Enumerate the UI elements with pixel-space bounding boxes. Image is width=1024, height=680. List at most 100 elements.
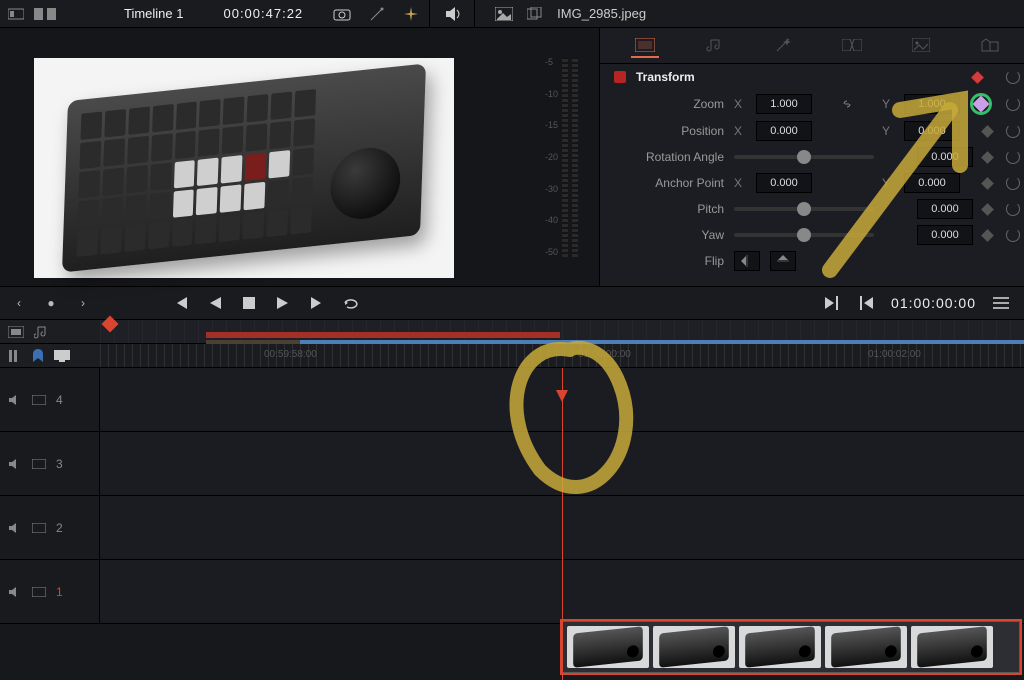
track-headers: 4 3 2 1 <box>0 368 100 680</box>
wand-icon[interactable] <box>369 6 385 22</box>
viewer-canvas[interactable] <box>34 58 454 278</box>
timeline-ruler[interactable]: 00:59:58:00 01:00:00:00 01:00:02:00 <box>100 344 1024 368</box>
tab-video[interactable] <box>631 34 659 58</box>
pitch-slider[interactable] <box>734 207 874 211</box>
position-x-input[interactable]: 0.000 <box>756 121 812 141</box>
flip-v-button[interactable] <box>770 251 796 271</box>
pitch-input[interactable]: 0.000 <box>917 199 973 219</box>
pitch-row: Pitch 0.000 <box>600 196 1024 222</box>
keyframe-icon[interactable] <box>981 177 994 190</box>
keyframe-icon[interactable] <box>971 71 984 84</box>
gallery-icon[interactable] <box>495 7 513 21</box>
transform-section-header[interactable]: Transform <box>600 64 1024 90</box>
mute-icon[interactable] <box>8 394 22 406</box>
track-lanes[interactable] <box>100 368 1024 680</box>
tab-file[interactable] <box>976 34 1004 58</box>
prev-clip-button[interactable] <box>857 294 875 312</box>
frame-icon[interactable] <box>32 459 46 469</box>
frame-icon[interactable] <box>32 395 46 405</box>
playhead[interactable] <box>562 368 563 680</box>
transport-bar: ‹ ● › 01:00:00:00 <box>0 286 1024 320</box>
video-track-toggle[interactable] <box>8 326 24 338</box>
section-title: Transform <box>636 70 695 84</box>
rotation-slider[interactable] <box>734 155 874 159</box>
tab-effects[interactable] <box>769 34 797 58</box>
stack-icon[interactable] <box>527 7 543 21</box>
media-pool-icon[interactable] <box>8 7 24 21</box>
reverse-play-button[interactable] <box>206 294 224 312</box>
tab-image[interactable] <box>907 34 935 58</box>
flip-h-button[interactable] <box>734 251 760 271</box>
track-header-4[interactable]: 4 <box>0 368 100 432</box>
marker-dot-icon[interactable]: ● <box>42 294 60 312</box>
reset-icon[interactable] <box>1006 97 1020 111</box>
sparkle-icon[interactable] <box>403 6 419 22</box>
zoom-row: Zoom X 1.000 Y 1.000 <box>600 90 1024 118</box>
reset-icon[interactable] <box>1006 228 1020 242</box>
anchor-y-input[interactable]: 0.000 <box>904 173 960 193</box>
zoom-y-input[interactable]: 1.000 <box>904 94 960 114</box>
first-frame-button[interactable] <box>172 294 190 312</box>
record-timecode[interactable]: 01:00:00:00 <box>891 295 976 311</box>
tab-audio[interactable] <box>700 34 728 58</box>
ruler-label: 00:59:58:00 <box>264 349 317 360</box>
frame-icon[interactable] <box>32 587 46 597</box>
position-y-input[interactable]: 0.000 <box>904 121 960 141</box>
section-enable-toggle[interactable] <box>614 71 626 83</box>
timeline-clip[interactable] <box>562 621 1020 673</box>
reset-icon[interactable] <box>1006 70 1020 84</box>
keyframe-icon[interactable] <box>981 125 994 138</box>
monitor-icon[interactable] <box>54 350 70 362</box>
rotation-input[interactable]: 0.000 <box>917 147 973 167</box>
mute-icon[interactable] <box>8 522 22 534</box>
preview-image <box>62 63 426 272</box>
track-header-2[interactable]: 2 <box>0 496 100 560</box>
track-header-1[interactable]: 1 <box>0 560 100 624</box>
yaw-input[interactable]: 0.000 <box>917 225 973 245</box>
dual-view-icon[interactable] <box>34 8 56 20</box>
link-icon[interactable] <box>840 97 854 111</box>
reset-icon[interactable] <box>1006 124 1020 138</box>
frame-icon[interactable] <box>32 523 46 533</box>
top-bar: Timeline 1 00:00:47:22 IMG_2985.jpeg <box>0 0 1024 28</box>
track-header-3[interactable]: 3 <box>0 432 100 496</box>
source-timecode[interactable]: 00:00:47:22 <box>223 6 303 21</box>
stop-button[interactable] <box>240 294 258 312</box>
audio-meter: -5 -10 -15 -20 -30 -40 -50 <box>545 34 589 280</box>
play-button[interactable] <box>274 294 292 312</box>
yaw-row: Yaw 0.000 <box>600 222 1024 248</box>
camera-swap-icon[interactable] <box>333 6 351 22</box>
keyframe-icon[interactable] <box>981 151 994 164</box>
mute-icon[interactable] <box>8 586 22 598</box>
volume-icon[interactable] <box>444 6 464 22</box>
menu-icon[interactable] <box>992 294 1010 312</box>
audio-track-toggle[interactable] <box>34 325 48 339</box>
mute-icon[interactable] <box>8 458 22 470</box>
keyframe-icon[interactable] <box>981 229 994 242</box>
flip-row: Flip <box>600 248 1024 274</box>
timeline-title: Timeline 1 <box>124 6 183 21</box>
ruler-label: 01:00:02:00 <box>868 349 921 360</box>
anchor-row: Anchor Point X 0.000 Y 0.000 <box>600 170 1024 196</box>
yaw-slider[interactable] <box>734 233 874 237</box>
reset-icon[interactable] <box>1006 150 1020 164</box>
zoom-x-input[interactable]: 1.000 <box>756 94 812 114</box>
tab-transition[interactable] <box>838 34 866 58</box>
last-frame-button[interactable] <box>308 294 326 312</box>
timeline-overview[interactable] <box>100 320 1024 344</box>
marker-icon[interactable] <box>32 349 44 363</box>
index-icon[interactable] <box>8 349 22 363</box>
next-clip-button[interactable] <box>823 294 841 312</box>
chevron-left-icon[interactable]: ‹ <box>10 294 28 312</box>
loop-button[interactable] <box>342 294 360 312</box>
timeline-panel: 00:59:58:00 01:00:00:00 01:00:02:00 4 3 … <box>0 320 1024 680</box>
clip-name: IMG_2985.jpeg <box>557 6 646 21</box>
keyframe-icon[interactable] <box>981 203 994 216</box>
reset-icon[interactable] <box>1006 176 1020 190</box>
anchor-x-input[interactable]: 0.000 <box>756 173 812 193</box>
reset-icon[interactable] <box>1006 202 1020 216</box>
keyframe-active-icon[interactable] <box>970 93 992 115</box>
ruler-label: 01:00:00:00 <box>578 349 631 360</box>
position-row: Position X 0.000 Y 0.000 <box>600 118 1024 144</box>
chevron-right-icon[interactable]: › <box>74 294 92 312</box>
